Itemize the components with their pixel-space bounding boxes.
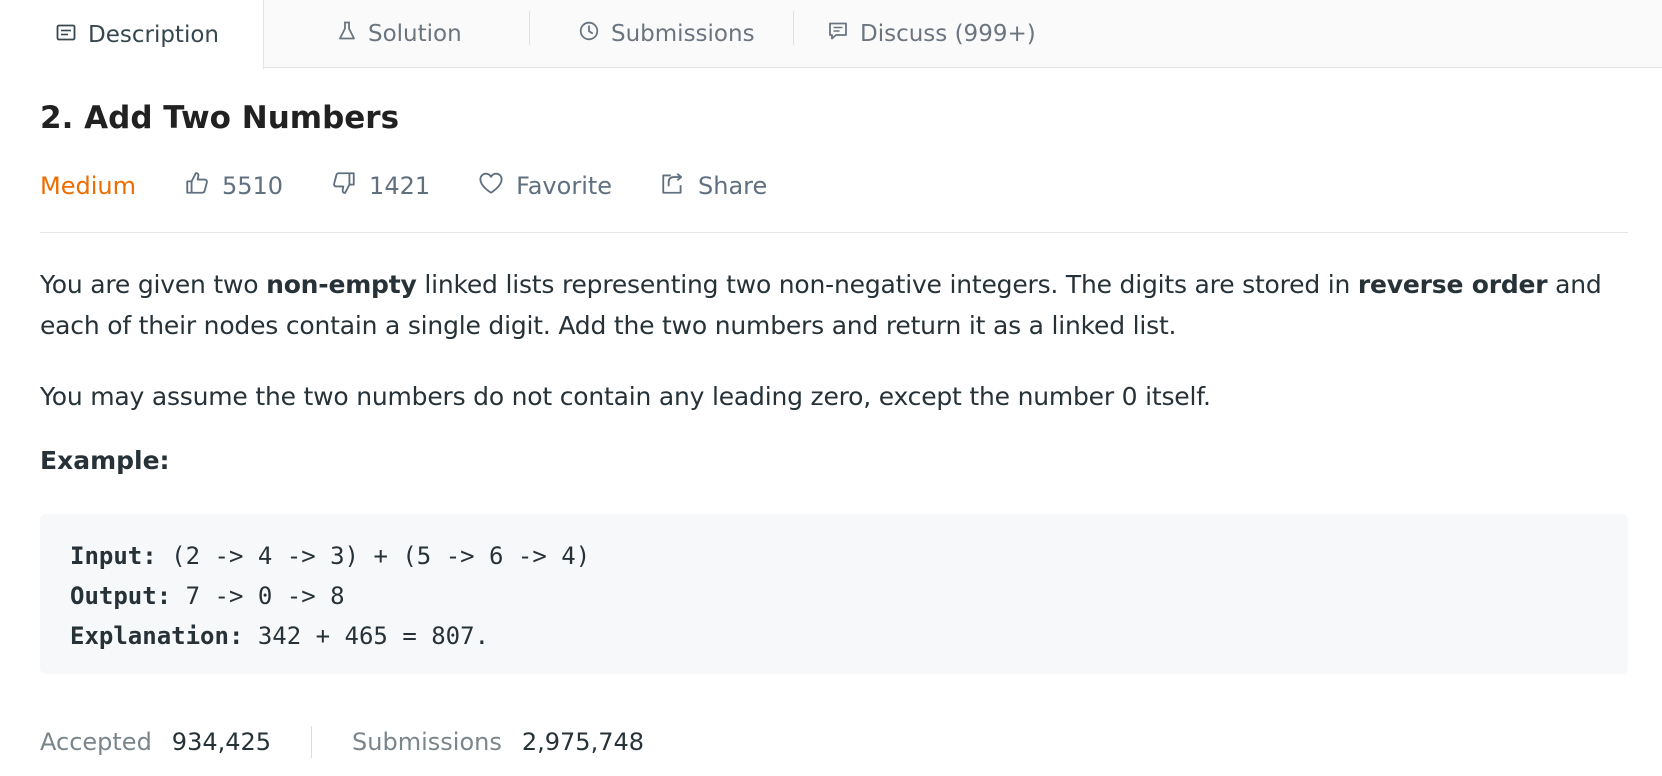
tab-separator	[529, 11, 530, 45]
thumbs-up-icon	[184, 170, 222, 202]
example-input-line: Input: (2 -> 4 -> 3) + (5 -> 6 -> 4)	[70, 536, 1598, 576]
flask-icon	[338, 21, 368, 47]
tab-separator	[793, 11, 794, 45]
comment-icon	[828, 21, 860, 47]
tab-discuss-label: Discuss (999+)	[860, 21, 1036, 47]
problem-stats: Accepted 934,425 Submissions 2,975,748	[40, 724, 644, 760]
dislike-count: 1421	[369, 172, 431, 200]
clock-icon	[579, 21, 611, 47]
problem-title: 2. Add Two Numbers	[40, 100, 400, 136]
stats-separator	[311, 726, 313, 758]
example-output-line: Output: 7 -> 0 -> 8	[70, 576, 1598, 616]
description-emphasis: reverse order	[1357, 270, 1548, 299]
submissions-count: 2,975,748	[521, 728, 645, 756]
favorite-button[interactable]: Favorite	[478, 171, 612, 201]
example-explanation-line: Explanation: 342 + 465 = 807.	[70, 616, 1598, 656]
example-heading: Example:	[40, 446, 170, 475]
tab-discuss[interactable]: Discuss (999+)	[828, 0, 1036, 68]
description-text: You are given two	[40, 270, 267, 299]
description-emphasis: non-empty	[266, 270, 417, 299]
problem-tab-bar: Description Solution Submissions Discuss…	[0, 0, 1662, 69]
share-icon	[660, 170, 698, 202]
thumbs-down-icon	[331, 170, 369, 202]
tab-solution-label: Solution	[368, 21, 462, 47]
explanation-value: 342 + 465 = 807.	[243, 622, 490, 650]
output-value: 7 -> 0 -> 8	[171, 582, 345, 610]
tab-description-label: Description	[88, 21, 219, 48]
description-icon	[56, 22, 88, 48]
difficulty-badge: Medium	[40, 172, 136, 200]
output-label: Output:	[70, 582, 172, 610]
input-label: Input:	[70, 542, 157, 570]
example-code-block: Input: (2 -> 4 -> 3) + (5 -> 6 -> 4) Out…	[40, 514, 1628, 674]
heart-icon	[478, 171, 516, 201]
like-count: 5510	[221, 172, 284, 200]
tab-solution[interactable]: Solution	[338, 0, 462, 68]
tab-submissions-label: Submissions	[611, 21, 755, 47]
divider	[40, 232, 1628, 233]
assumption-paragraph: You may assume the two numbers do not co…	[40, 382, 1211, 411]
description-paragraph: You are given two non-empty linked lists…	[40, 264, 1640, 346]
submissions-label: Submissions	[352, 728, 502, 756]
explanation-label: Explanation:	[70, 622, 244, 650]
input-value: (2 -> 4 -> 3) + (5 -> 6 -> 4)	[156, 542, 591, 570]
tab-description[interactable]: Description	[0, 0, 264, 69]
accepted-label: Accepted	[40, 728, 152, 756]
like-button[interactable]: 5510	[184, 170, 283, 202]
problem-meta-row: Medium 5510 1421 Favorite Share	[40, 168, 815, 204]
tab-submissions[interactable]: Submissions	[579, 0, 755, 68]
favorite-label: Favorite	[516, 172, 613, 200]
share-label: Share	[698, 172, 768, 200]
share-button[interactable]: Share	[660, 170, 767, 202]
dislike-button[interactable]: 1421	[331, 170, 430, 202]
description-text: linked lists representing two non-negati…	[416, 270, 1358, 299]
accepted-count: 934,425	[171, 728, 272, 756]
